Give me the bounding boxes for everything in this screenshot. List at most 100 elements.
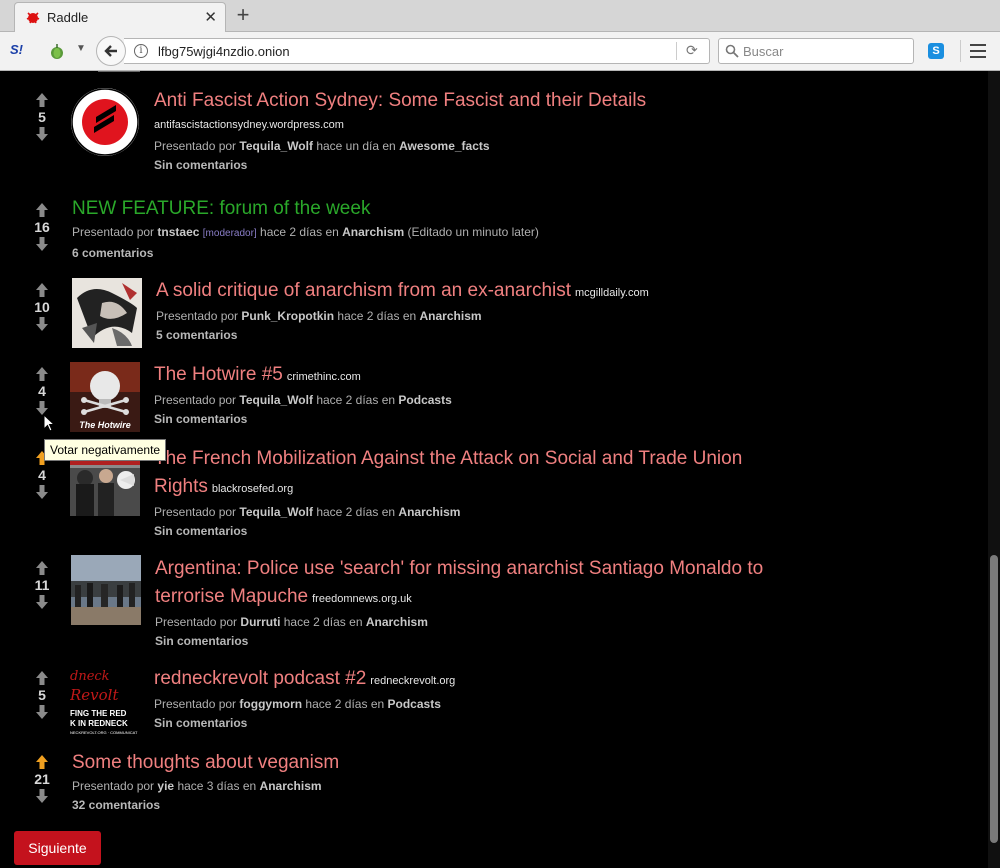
forum-link[interactable]: Anarchism [342, 225, 404, 239]
forum-link[interactable]: Anarchism [398, 505, 460, 519]
author-link[interactable]: Tequila_Wolf [239, 505, 313, 519]
forum-link[interactable]: Anarchism [420, 309, 482, 323]
thumbnail-hotwire[interactable]: The Hotwire [70, 362, 140, 432]
forum-link[interactable]: Anarchism [260, 779, 322, 793]
comments-link[interactable]: Sin comentarios [154, 521, 774, 541]
upvote-button[interactable] [30, 367, 54, 381]
comments-link[interactable]: Sin comentarios [154, 409, 452, 429]
vote-box: 4 [30, 367, 54, 415]
submitted-by-label: Presentado por [154, 393, 237, 407]
upvote-arrow-icon [36, 367, 48, 381]
submission-title[interactable]: redneckrevolt podcast #2 [154, 668, 366, 689]
forum-link[interactable]: Podcasts [388, 697, 441, 711]
submitted-by-label: Presentado por [154, 505, 237, 519]
lightbulb-image: The Hotwire [70, 362, 140, 432]
score: 21 [34, 771, 50, 787]
url-text[interactable]: lfbg75wjgi4nzdio.onion [158, 44, 290, 59]
comments-link[interactable]: 32 comentarios [72, 795, 339, 815]
raddle-favicon-icon [26, 12, 40, 24]
submission-body: The Hotwire #5 crimethinc.com Presentado … [154, 361, 452, 429]
upvote-button[interactable] [30, 93, 54, 107]
submission-domain[interactable]: freedomnews.org.uk [312, 593, 412, 605]
comments-link[interactable]: Sin comentarios [155, 631, 775, 651]
hamburger-menu-icon[interactable] [970, 44, 986, 58]
scrollbar[interactable] [988, 71, 1000, 868]
downvote-button[interactable] [30, 317, 54, 331]
vote-box: 5 [30, 93, 54, 141]
close-tab-icon[interactable]: ✕ [204, 8, 217, 26]
back-button[interactable] [96, 36, 126, 66]
thumbnail-afa[interactable] [70, 87, 140, 157]
next-page-button[interactable]: Siguiente [14, 831, 101, 865]
submission-domain[interactable]: mcgilldaily.com [575, 287, 649, 299]
forum-link[interactable]: Awesome_facts [399, 139, 490, 153]
submission-title[interactable]: NEW FEATURE: forum of the week [72, 198, 370, 219]
upvote-arrow-icon [36, 755, 48, 769]
author-link[interactable]: tnstaec [157, 225, 199, 239]
submission-domain[interactable]: antifascistactionsydney.wordpress.com [154, 117, 646, 133]
comments-link[interactable]: Sin comentarios [154, 713, 455, 733]
submission-meta: Presentado por Durruti hace 2 días en An… [155, 613, 775, 631]
forum-link[interactable]: Podcasts [398, 393, 451, 407]
thumb-caption: The Hotwire [79, 420, 131, 430]
thumbnail-argentina[interactable] [71, 555, 141, 625]
thumbnail-redneckrevolt[interactable]: dneck Revolt FING THE RED K IN REDNECK N… [70, 666, 140, 736]
author-link[interactable]: Durruti [240, 615, 280, 629]
downvote-button[interactable] [30, 595, 54, 609]
forum-link[interactable]: Anarchism [366, 615, 428, 629]
comments-link[interactable]: 5 comentarios [156, 325, 649, 345]
in-label: en [381, 505, 396, 519]
tab-title: Raddle [47, 10, 89, 25]
submission-meta: Presentado por tnstaec [moderador] hace … [72, 223, 539, 243]
url-bar[interactable]: i lfbg75wjgi4nzdio.onion ⟳ [124, 38, 710, 64]
thumbnail-critique[interactable] [72, 278, 142, 348]
scrollbar-thumb[interactable] [990, 555, 998, 843]
upvote-button-active[interactable] [30, 755, 54, 769]
onion-icon[interactable] [48, 42, 66, 60]
downvote-button[interactable] [30, 401, 54, 415]
submission-domain[interactable]: crimethinc.com [287, 371, 361, 383]
downvote-button[interactable] [30, 127, 54, 141]
submission-title[interactable]: Some thoughts about veganism [72, 752, 339, 773]
submitted-by-label: Presentado por [154, 697, 237, 711]
submission-domain[interactable]: redneckrevolt.org [370, 675, 455, 687]
score: 10 [34, 299, 50, 315]
in-label: en [325, 225, 339, 239]
thumb-text-line: FING THE RED [70, 709, 127, 718]
downvote-button[interactable] [30, 485, 54, 499]
submission-title[interactable]: The Hotwire #5 [154, 364, 283, 385]
comments-link[interactable]: 6 comentarios [72, 243, 539, 263]
comments-link[interactable]: Sin comentarios [154, 155, 646, 175]
info-icon[interactable]: i [134, 44, 148, 58]
submission-meta: Presentado por Punk_Kropotkin hace 2 día… [156, 307, 649, 325]
skype-icon[interactable]: S [928, 43, 944, 59]
reload-icon[interactable]: ⟳ [686, 42, 698, 59]
upvote-button[interactable] [30, 671, 54, 685]
in-label: en [382, 139, 396, 153]
submission-body: Anti Fascist Action Sydney: Some Fascist… [154, 87, 646, 175]
search-bar[interactable]: Buscar [718, 38, 914, 64]
extension-icon[interactable]: S! [10, 42, 30, 60]
new-tab-button[interactable]: + [232, 4, 254, 26]
author-link[interactable]: Tequila_Wolf [239, 139, 313, 153]
submission-body: Argentina: Police use 'search' for missi… [155, 555, 775, 651]
downvote-button[interactable] [30, 705, 54, 719]
downvote-button[interactable] [30, 789, 54, 803]
author-link[interactable]: yie [157, 779, 174, 793]
time-text: hace 2 días [316, 393, 379, 407]
upvote-button[interactable] [30, 203, 54, 217]
tab-raddle[interactable]: Raddle ✕ [14, 2, 226, 32]
submission-title[interactable]: Argentina: Police use 'search' for missi… [155, 558, 763, 607]
chevron-down-icon[interactable]: ▼ [76, 43, 86, 54]
upvote-button[interactable] [30, 283, 54, 297]
submission-domain[interactable]: blackrosefed.org [212, 483, 293, 495]
upvote-button[interactable] [30, 561, 54, 575]
thumb-text-line: dneck [70, 669, 110, 684]
author-link[interactable]: Tequila_Wolf [239, 393, 313, 407]
submission-title[interactable]: A solid critique of anarchism from an ex… [156, 280, 571, 301]
author-link[interactable]: foggymorn [239, 697, 302, 711]
downvote-button[interactable] [30, 237, 54, 251]
submission-title[interactable]: Anti Fascist Action Sydney: Some Fascist… [154, 90, 646, 111]
upvote-arrow-icon [36, 93, 48, 107]
author-link[interactable]: Punk_Kropotkin [241, 309, 334, 323]
